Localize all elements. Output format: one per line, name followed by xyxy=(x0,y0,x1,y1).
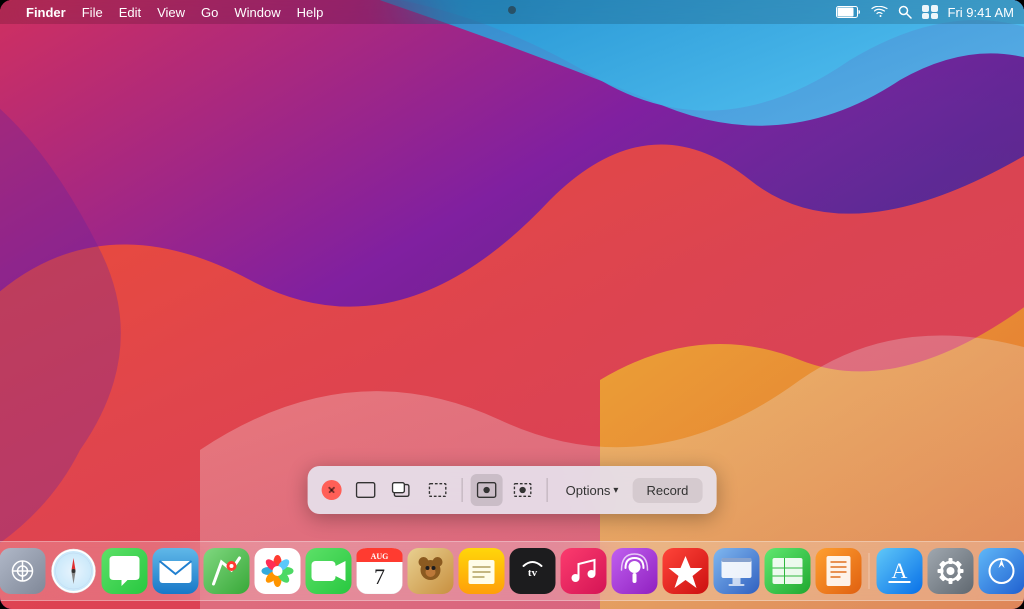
dock-item-keynote[interactable] xyxy=(714,548,760,594)
capture-fullscreen-button[interactable] xyxy=(350,474,382,506)
dock-item-pages[interactable] xyxy=(816,548,862,594)
dock-item-system-preferences[interactable] xyxy=(928,548,974,594)
clock: Fri 9:41 AM xyxy=(948,5,1014,20)
dock-item-numbers[interactable] xyxy=(765,548,811,594)
help-menu[interactable]: Help xyxy=(297,5,324,20)
capture-window-button[interactable] xyxy=(386,474,418,506)
dock-item-notes[interactable] xyxy=(459,548,505,594)
svg-text:AUG: AUG xyxy=(371,552,389,561)
svg-text:tv: tv xyxy=(528,567,538,579)
dock-item-music[interactable] xyxy=(561,548,607,594)
control-center-icon[interactable] xyxy=(922,5,938,19)
go-menu[interactable]: Go xyxy=(201,5,218,20)
dock: AUG 7 xyxy=(0,541,1024,601)
options-chevron: ▾ xyxy=(613,485,618,496)
record-screen-button[interactable] xyxy=(471,474,503,506)
dock-separator xyxy=(869,553,870,589)
screenshot-toolbar: Options ▾ Record xyxy=(308,466,717,514)
menubar-left: Finder File Edit View Go Window Help xyxy=(10,5,323,20)
dock-item-bear[interactable] xyxy=(408,548,454,594)
dock-item-safari[interactable] xyxy=(51,548,97,594)
dock-item-appletv[interactable]: tv xyxy=(510,548,556,594)
dock-item-messages[interactable] xyxy=(102,548,148,594)
dock-item-calendar[interactable]: AUG 7 xyxy=(357,548,403,594)
dock-item-maps[interactable] xyxy=(204,548,250,594)
dock-item-photos[interactable] xyxy=(255,548,301,594)
dock-item-news[interactable] xyxy=(663,548,709,594)
view-menu[interactable]: View xyxy=(157,5,185,20)
menubar: Finder File Edit View Go Window Help xyxy=(0,0,1024,24)
window-menu[interactable]: Window xyxy=(234,5,280,20)
toolbar-divider-2 xyxy=(547,478,548,502)
wifi-icon xyxy=(871,6,888,19)
search-icon[interactable] xyxy=(898,5,912,19)
svg-text:7: 7 xyxy=(374,564,385,589)
menubar-right: Fri 9:41 AM xyxy=(836,5,1014,20)
finder-menu[interactable]: Finder xyxy=(26,5,66,20)
dock-item-launchpad[interactable] xyxy=(0,548,46,594)
battery-icon xyxy=(836,6,861,18)
dock-item-arc[interactable] xyxy=(979,548,1024,594)
dock-item-appstore[interactable]: A xyxy=(877,548,923,594)
dock-item-podcasts[interactable] xyxy=(612,548,658,594)
dock-item-mail[interactable] xyxy=(153,548,199,594)
edit-menu[interactable]: Edit xyxy=(119,5,141,20)
toolbar-close-button[interactable] xyxy=(322,480,342,500)
dock-item-facetime[interactable] xyxy=(306,548,352,594)
options-button[interactable]: Options ▾ xyxy=(556,478,629,503)
capture-selection-button[interactable] xyxy=(422,474,454,506)
record-selection-button[interactable] xyxy=(507,474,539,506)
options-label: Options xyxy=(566,483,611,498)
toolbar-divider-1 xyxy=(462,478,463,502)
svg-text:A: A xyxy=(892,558,908,583)
record-button[interactable]: Record xyxy=(632,478,702,503)
file-menu[interactable]: File xyxy=(82,5,103,20)
